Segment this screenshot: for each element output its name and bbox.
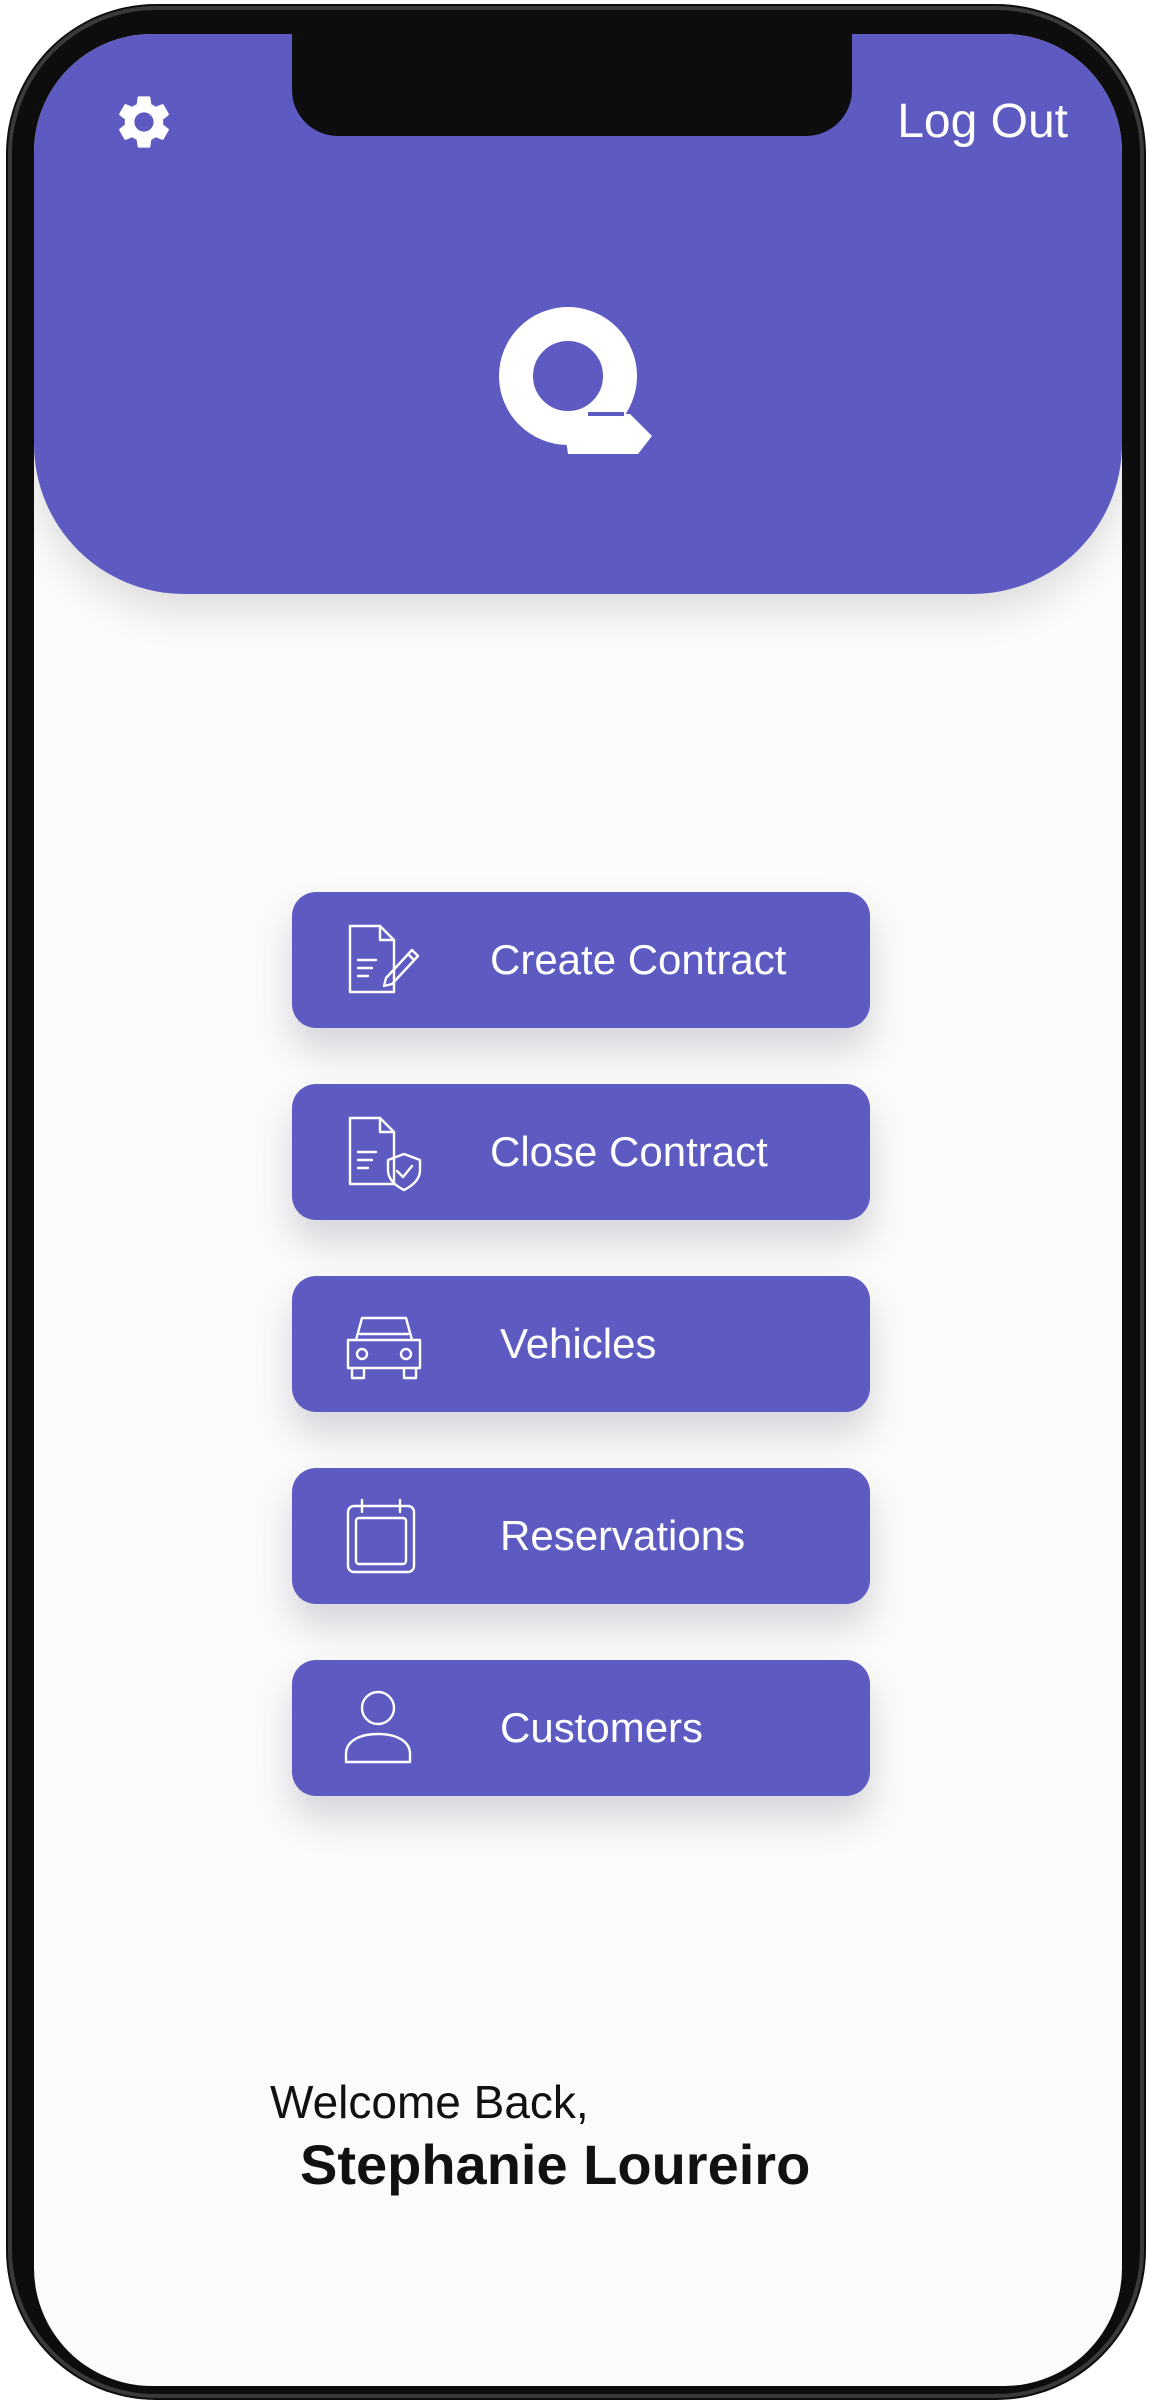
logout-button[interactable]: Log Out: [897, 94, 1068, 150]
customers-label: Customers: [500, 1704, 704, 1751]
create-contract-label: Create Contract: [490, 936, 787, 983]
close-contract-label: Close Contract: [490, 1128, 768, 1175]
reservations-button[interactable]: Reservations: [292, 1468, 870, 1604]
gear-icon: [119, 96, 169, 148]
vehicles-button[interactable]: Vehicles: [292, 1276, 870, 1412]
vehicles-label: Vehicles: [500, 1320, 657, 1367]
phone-frame: Log Out Create Contract Close Contract V…: [6, 4, 1146, 2400]
car-icon: [346, 1316, 422, 1380]
document-shield-icon: [348, 1116, 422, 1192]
main-menu: Create Contract Close Contract Vehicles …: [292, 892, 870, 1852]
phone-screen: Log Out Create Contract Close Contract V…: [34, 34, 1122, 2386]
document-edit-icon: [348, 924, 420, 994]
welcome-text: Welcome Back,: [270, 2076, 589, 2128]
create-contract-button[interactable]: Create Contract: [292, 892, 870, 1028]
user-name: Stephanie Loureiro: [300, 2133, 811, 2196]
device-notch: [292, 34, 852, 136]
customers-button[interactable]: Customers: [292, 1660, 870, 1796]
q-logo-icon: [499, 307, 652, 454]
user-icon: [344, 1690, 412, 1764]
calendar-icon: [346, 1498, 416, 1574]
reservations-label: Reservations: [500, 1512, 746, 1559]
close-contract-button[interactable]: Close Contract: [292, 1084, 870, 1220]
settings-button[interactable]: [112, 90, 176, 154]
